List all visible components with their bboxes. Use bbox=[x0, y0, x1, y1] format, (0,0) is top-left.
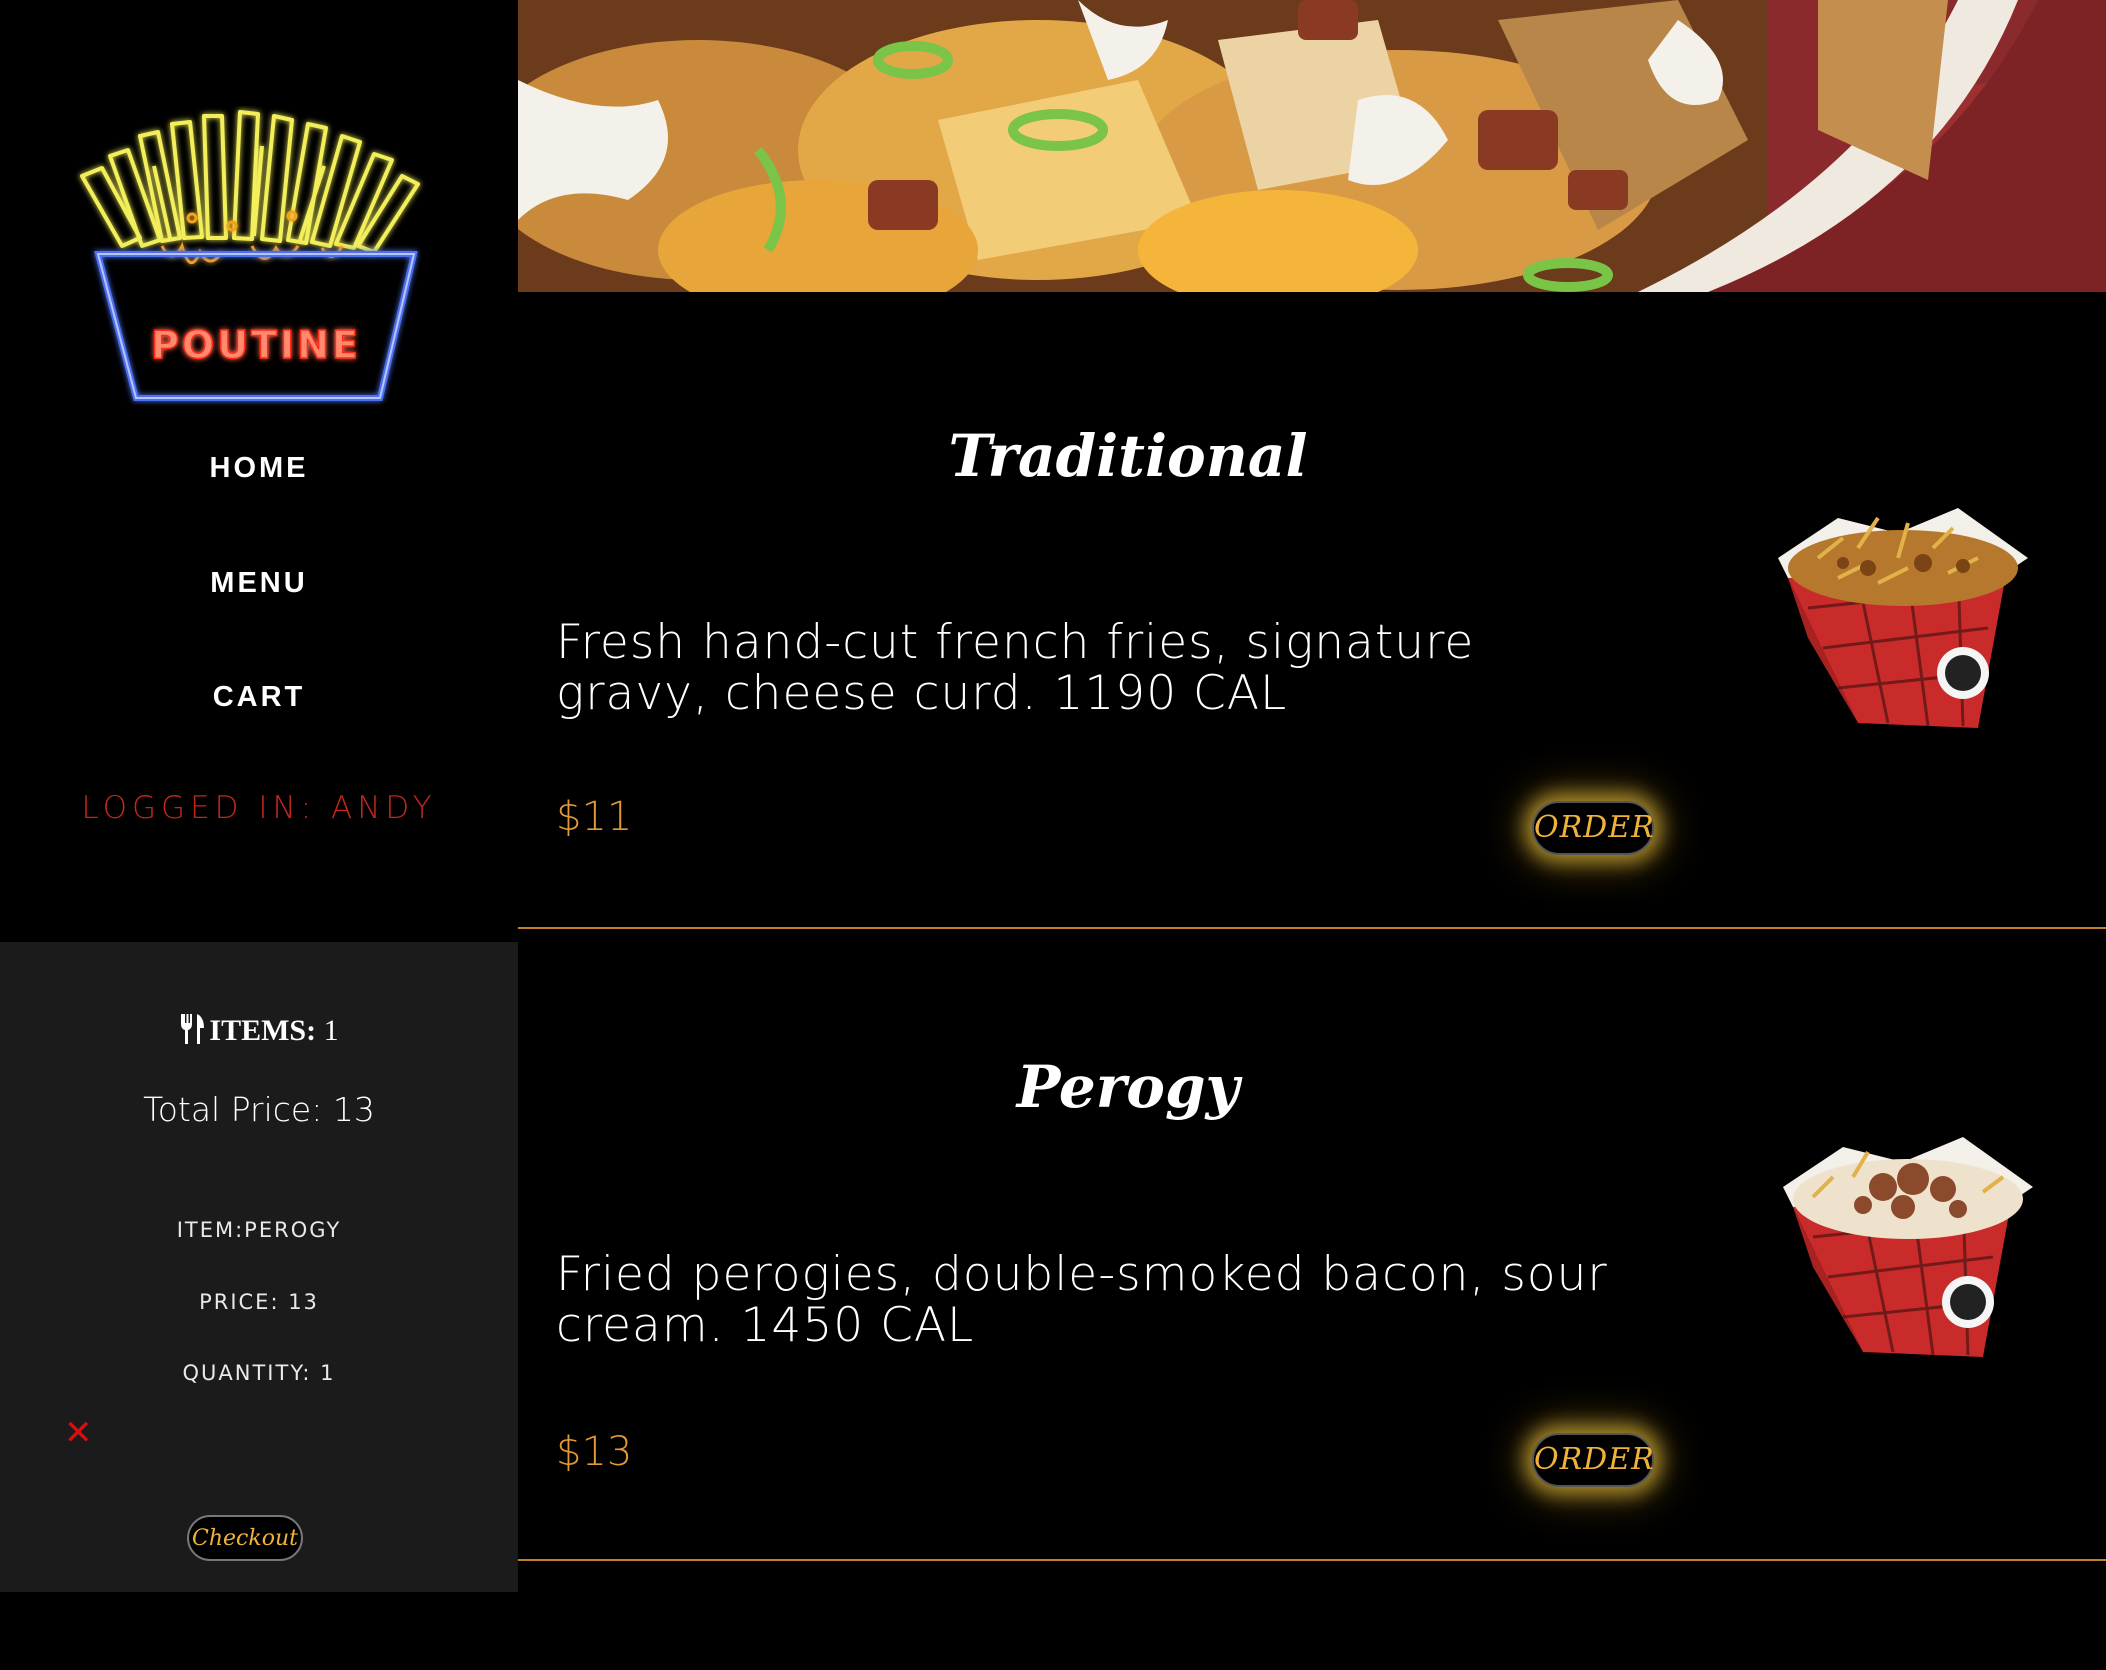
order-button[interactable]: ORDER bbox=[1532, 1433, 1654, 1487]
items-label: ITEMS: bbox=[209, 1014, 317, 1047]
item-description: Fresh hand-cut french fries, signature g… bbox=[556, 615, 1475, 721]
menu-divider bbox=[518, 1559, 2106, 1561]
cart-item-quantity: QUANTITY: 1 bbox=[182, 1361, 336, 1385]
poutine-neon-logo[interactable]: POUTINE bbox=[62, 106, 452, 406]
sidebar: POUTINE HOME MENU CART LOGGED IN: ANDY I… bbox=[0, 0, 518, 1670]
traditional-poutine-image bbox=[1778, 508, 2028, 728]
item-description: Fried perogies, double-smoked bacon, sou… bbox=[556, 1247, 1608, 1353]
hero-food-image bbox=[518, 0, 2106, 292]
items-count-value: 1 bbox=[323, 1014, 339, 1047]
remove-item-icon[interactable]: ✕ bbox=[64, 1416, 94, 1450]
logo-text: POUTINE bbox=[151, 323, 361, 367]
menu-item-traditional: Traditional Fresh hand-cut french fries,… bbox=[518, 292, 2106, 928]
checkout-button[interactable]: Checkout bbox=[187, 1515, 303, 1561]
perogy-poutine-image bbox=[1783, 1137, 2033, 1357]
menu-item-perogy: Perogy Fried perogies, double-smoked bac… bbox=[518, 929, 2106, 1561]
item-title: Perogy bbox=[1016, 1053, 1240, 1121]
logged-in-status: LOGGED IN: ANDY bbox=[81, 790, 437, 826]
cart-total-price: Total Price: 13 bbox=[143, 1090, 375, 1129]
nav-menu[interactable]: MENU bbox=[0, 567, 518, 600]
item-title: Traditional bbox=[948, 422, 1308, 490]
cart-items-count: ITEMS: 1 bbox=[0, 1014, 518, 1052]
cart-summary-panel: ITEMS: 1 Total Price: 13 ITEM:PEROGY PRI… bbox=[0, 942, 518, 1592]
nav-home[interactable]: HOME bbox=[0, 452, 518, 485]
nav-cart[interactable]: CART bbox=[0, 681, 518, 714]
utensils-icon bbox=[179, 1014, 205, 1052]
cart-item-name: ITEM:PEROGY bbox=[176, 1218, 342, 1242]
order-button[interactable]: ORDER bbox=[1532, 801, 1654, 855]
item-price: $11 bbox=[556, 794, 633, 840]
cart-item-price: PRICE: 13 bbox=[199, 1290, 319, 1314]
item-price: $13 bbox=[556, 1429, 633, 1475]
